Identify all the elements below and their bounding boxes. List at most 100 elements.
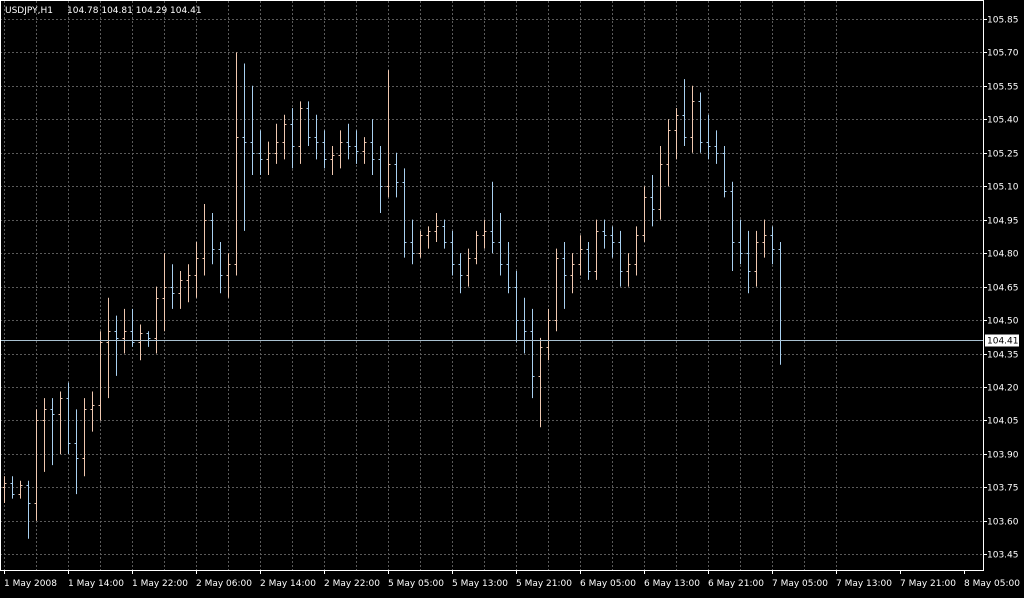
bear-bar [306,101,311,147]
ohlc-readout: 104.78 104.81 104.29 104.41 [67,6,202,16]
time-label: 6 May 21:00 [708,579,764,589]
bull-bar [626,253,631,287]
bear-bar [242,63,247,231]
bull-bar [466,248,471,287]
price-axis: 105.85 105.70 105.55 105.40 105.25 105.10 104.… [983,16,1019,561]
bear-bar [50,398,55,466]
bear-bar [378,146,383,213]
bull-bar [754,230,759,287]
bull-bar [642,186,647,242]
bull-bar [474,230,479,265]
bull-bar [274,123,279,164]
bear-bar [218,241,223,294]
bear-bar [370,119,375,176]
price-label: 103.45 [987,551,1019,561]
ohlc-chart-svg[interactable]: 104.41 105.85105.70105.55105.40105.25105… [0,0,1024,594]
bull-bar [658,146,663,220]
time-label: 7 May 13:00 [836,579,892,589]
price-tag-label: 104.41 [987,337,1019,347]
bull-bar [266,141,271,176]
price-label: 104.35 [987,351,1019,361]
bear-bar [170,264,175,309]
bear-bar [770,226,775,265]
bear-bar [26,480,31,539]
price-label: 105.25 [987,150,1019,160]
bull-bar [82,398,87,477]
bear-bar [314,114,319,160]
bull-bar [98,331,103,421]
price-label: 105.55 [987,83,1019,93]
bear-bar [738,219,743,265]
bear-bar [114,315,119,376]
time-label: 1 May 14:00 [68,579,124,589]
bull-bar [226,253,231,298]
bear-bar [346,123,351,160]
bull-bar [434,212,439,242]
bull-bar [18,480,23,499]
time-label: 7 May 05:00 [772,579,828,589]
time-label: 5 May 05:00 [388,579,444,589]
price-label: 105.10 [987,183,1019,193]
time-label: 5 May 21:00 [516,579,572,589]
bear-bar [730,181,735,271]
price-bars [2,52,783,539]
bear-bar [698,92,703,153]
bear-bar [402,168,407,258]
price-label: 103.90 [987,451,1019,461]
bull-bar [122,308,127,354]
bear-bar [586,241,591,280]
bull-bar [298,101,303,164]
price-label: 104.80 [987,250,1019,260]
bear-bar [66,382,71,454]
price-label: 104.05 [987,417,1019,427]
bear-bar [602,219,607,249]
bear-bar [706,114,711,160]
time-label: 7 May 21:00 [900,579,956,589]
bull-bar [634,226,639,276]
bear-bar [514,270,519,343]
bull-bar [2,476,7,504]
chart-area[interactable]: 104.41 105.85 105.70 105.55 105.40 105.25 105… [0,0,1024,594]
bull-bar [178,270,183,309]
bear-bar [610,226,615,258]
bear-bar [250,85,255,176]
bull-bar [194,241,199,298]
time-label: 2 May 14:00 [260,579,316,589]
bear-bar [562,241,567,309]
price-label: 103.75 [987,484,1019,494]
bear-bar [714,130,719,164]
bull-bar [666,119,671,187]
time-label: 8 May 05:00 [964,579,1020,589]
bear-bar [530,308,535,399]
bull-bar [362,137,367,164]
bear-bar [130,308,135,347]
bear-bar [682,79,687,147]
price-label: 103.60 [987,518,1019,528]
bear-bar [322,130,327,169]
price-label: 105.85 [987,16,1019,26]
bull-bar [762,219,767,258]
bear-bar [354,130,359,164]
bear-bar [746,230,751,294]
bear-bar [490,181,495,254]
symbol-title: USDJPY,H1 [5,6,53,16]
bull-bar [330,146,335,176]
time-label: 2 May 22:00 [324,579,380,589]
bear-bar [506,241,511,294]
bear-bar [778,241,783,365]
bull-bar [34,409,39,521]
time-label: 6 May 05:00 [580,579,636,589]
price-label: 104.20 [987,384,1019,394]
time-label: 6 May 13:00 [644,579,700,589]
time-label: 2 May 06:00 [196,579,252,589]
price-label: 104.65 [987,284,1019,294]
bull-bar [546,308,551,361]
bear-bar [650,175,655,227]
bull-bar [186,264,191,303]
bull-bar [234,52,239,276]
bull-bar [386,70,391,198]
bull-bar [594,219,599,280]
price-label: 104.95 [987,217,1019,227]
time-axis: 1 May 2008 1 May 14:00 1 May 22:00 2 May 06… [4,570,1020,589]
bull-bar [554,248,559,332]
